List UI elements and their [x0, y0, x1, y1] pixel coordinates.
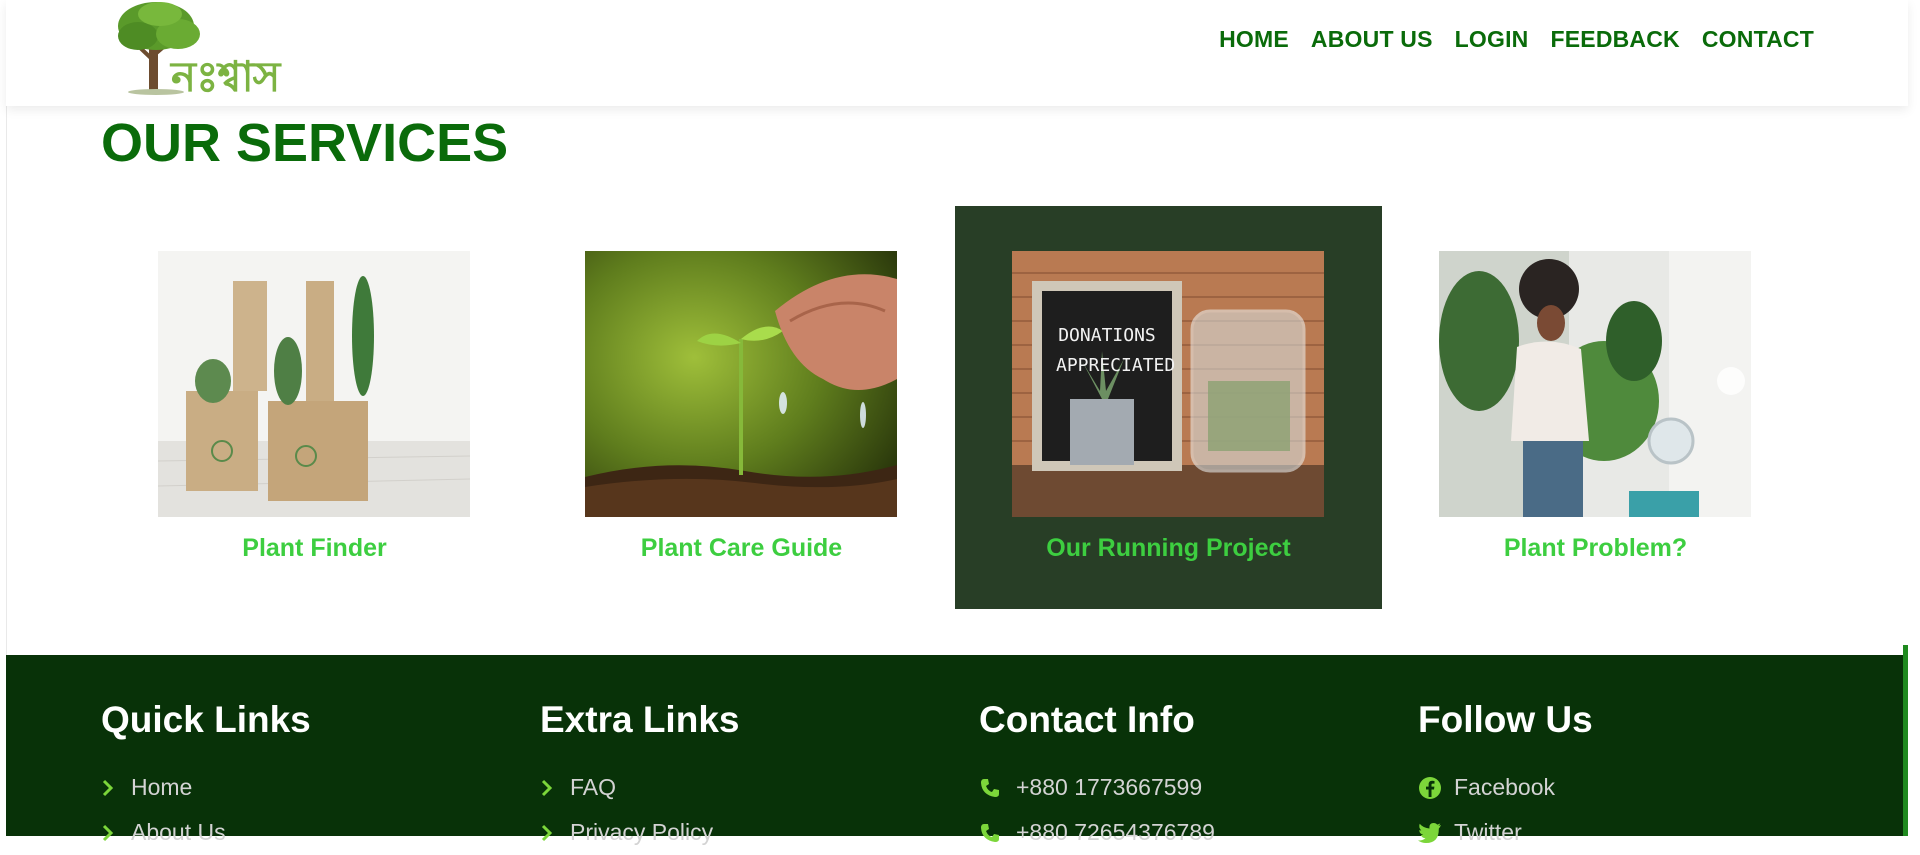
running-project-image: DONATIONS APPRECIATED: [1012, 251, 1324, 517]
nav-feedback[interactable]: FEEDBACK: [1550, 26, 1679, 53]
footer-contact-info: Contact Info +880 1773667599 +880 726543…: [979, 699, 1215, 855]
service-card-plant-finder[interactable]: Plant Finder: [101, 206, 528, 609]
extra-link-item[interactable]: FAQ: [540, 765, 739, 810]
quick-link-about-us[interactable]: About Us: [131, 819, 226, 846]
extra-link-item[interactable]: Privacy Policy: [540, 810, 739, 855]
nav-home[interactable]: HOME: [1219, 26, 1289, 53]
contact-item[interactable]: +880 1773667599: [979, 765, 1215, 810]
footer-heading-follow-us: Follow Us: [1418, 699, 1593, 740]
main-nav: HOME ABOUT US LOGIN FEEDBACK CONTACT: [1219, 26, 1814, 53]
top-navbar: নঃশ্বাস HOME ABOUT US LOGIN FEEDBACK CON…: [6, 0, 1908, 106]
contact-phone-1: +880 1773667599: [1016, 774, 1203, 800]
facebook-icon: [1418, 776, 1454, 800]
phone-icon: [979, 777, 1016, 799]
footer-heading-quick-links: Quick Links: [101, 699, 311, 740]
plant-care-guide-image: [585, 251, 897, 517]
service-card-plant-problem[interactable]: Plant Problem?: [1382, 206, 1809, 609]
plant-finder-image: [158, 251, 470, 517]
phone-icon: [979, 822, 1016, 844]
quick-link-item[interactable]: Home: [101, 765, 311, 810]
service-card-our-running-project[interactable]: DONATIONS APPRECIATED Our Running Projec…: [955, 206, 1382, 609]
footer-extra-links: Extra Links FAQ Privacy Policy: [540, 699, 739, 855]
nav-login[interactable]: LOGIN: [1455, 26, 1529, 53]
footer-heading-extra-links: Extra Links: [540, 699, 740, 740]
chevron-right-icon: [540, 779, 570, 797]
quick-link-item[interactable]: About Us: [101, 810, 311, 855]
services-title: OUR SERVICES: [101, 113, 509, 173]
chevron-right-icon: [101, 779, 131, 797]
service-label-our-running-project: Our Running Project: [1046, 534, 1291, 562]
footer-accent-bar: [1903, 645, 1908, 836]
service-label-plant-problem: Plant Problem?: [1503, 534, 1688, 562]
footer-quick-links: Quick Links Home About Us: [101, 699, 311, 855]
chevron-right-icon: [540, 824, 570, 842]
extra-link-faq[interactable]: FAQ: [570, 774, 616, 801]
social-item[interactable]: Facebook: [1418, 765, 1593, 810]
logo-wordmark: নঃশ্বাস: [171, 52, 280, 101]
services-grid: Plant Finder Plant Care Guide DONATIONS …: [101, 206, 1809, 609]
social-item[interactable]: Twitter: [1418, 810, 1593, 855]
quick-link-home[interactable]: Home: [131, 774, 192, 801]
social-twitter[interactable]: Twitter: [1454, 819, 1522, 846]
twitter-icon: [1418, 822, 1454, 844]
plant-problem-image: [1439, 251, 1751, 517]
donations-sign-line-1: DONATIONS: [1058, 325, 1156, 346]
nav-contact[interactable]: CONTACT: [1702, 26, 1814, 53]
footer-follow-us: Follow Us Facebook Twitter: [1418, 699, 1593, 855]
social-facebook[interactable]: Facebook: [1454, 774, 1555, 801]
service-label-plant-care-guide: Plant Care Guide: [640, 534, 843, 562]
service-card-plant-care-guide[interactable]: Plant Care Guide: [528, 206, 955, 609]
extra-link-privacy-policy[interactable]: Privacy Policy: [570, 819, 713, 846]
service-label-plant-finder: Plant Finder: [242, 534, 387, 562]
footer-heading-contact-info: Contact Info: [979, 699, 1195, 740]
site-footer: Quick Links Home About Us Extra Links FA…: [6, 645, 1908, 845]
nav-about-us[interactable]: ABOUT US: [1311, 26, 1433, 53]
contact-item[interactable]: +880 72654376789: [979, 810, 1215, 855]
chevron-right-icon: [101, 824, 131, 842]
site-logo[interactable]: নঃশ্বাস: [116, 0, 321, 101]
donations-sign-line-2: APPRECIATED: [1056, 355, 1176, 376]
contact-phone-2: +880 72654376789: [1016, 819, 1215, 845]
